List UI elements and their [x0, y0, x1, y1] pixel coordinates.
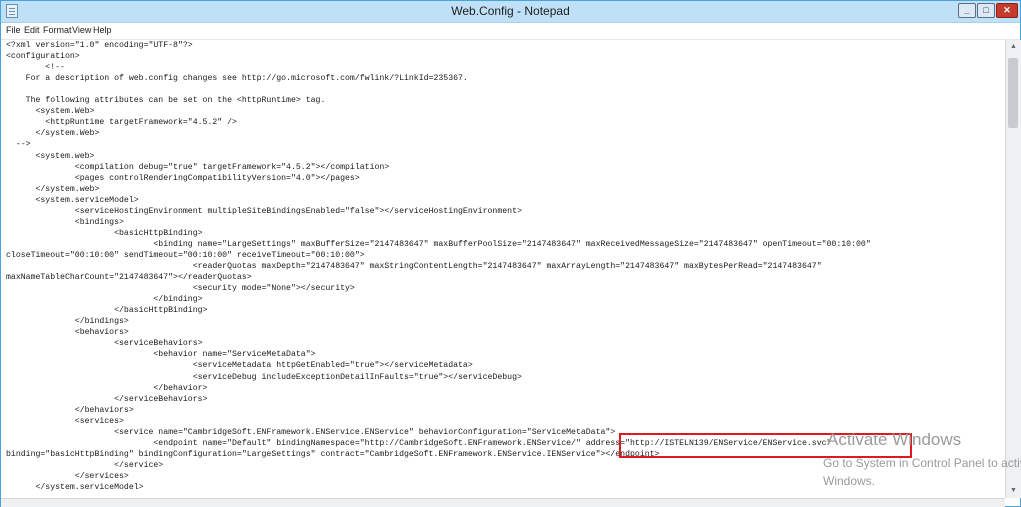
menu-file[interactable]: File — [6, 25, 21, 35]
code-line: </behavior> — [6, 383, 208, 393]
menu-edit[interactable]: Edit — [24, 25, 40, 35]
menu-format[interactable]: Format — [43, 25, 72, 35]
code-line: </system.Web> — [6, 129, 100, 139]
code-line: </bindings> — [6, 317, 129, 327]
code-line: <system.serviceModel> — [6, 195, 139, 205]
code-line: <readerQuotas maxDepth="2147483647" maxS… — [6, 262, 822, 271]
activation-watermark-text-2: Windows. — [823, 474, 876, 488]
code-line: </serviceBehaviors> — [6, 394, 208, 404]
code-line: <serviceMetadata httpGetEnabled="true"><… — [6, 361, 473, 371]
code-line: </system.serviceModel> — [6, 483, 144, 492]
code-line: <services> — [6, 416, 124, 426]
code-line: <system.Web> — [6, 107, 95, 117]
code-line: <configuration> — [6, 52, 80, 62]
code-line: </basicHttpBinding> — [6, 306, 208, 316]
code-line: <serviceDebug includeExceptionDetailInFa… — [6, 372, 522, 382]
code-line: <httpRuntime targetFramework="4.5.2" /> — [6, 118, 237, 128]
code-line: binding="basicHttpBinding" bindingConfig… — [6, 449, 660, 459]
code-line: <basicHttpBinding> — [6, 228, 203, 238]
code-line: <security mode="None"></security> — [6, 284, 355, 294]
code-line: --> — [6, 140, 31, 150]
code-line: <serviceHostingEnvironment multipleSiteB… — [6, 206, 522, 216]
menu-bar: File Edit Format View Help — [1, 23, 1020, 40]
code-line: <compilation debug="true" targetFramewor… — [6, 162, 390, 172]
scrollbar-thumb[interactable] — [1008, 58, 1018, 128]
code-line: For a description of web.config changes … — [6, 74, 468, 84]
code-line: </services> — [6, 471, 129, 481]
menu-help[interactable]: Help — [93, 25, 112, 35]
code-line: </behaviors> — [6, 405, 134, 415]
window-title: Web.Config - Notepad — [451, 4, 570, 18]
code-line: <service name="CambridgeSoft.ENFramework… — [6, 427, 616, 437]
code-line: closeTimeout="00:10:00" sendTimeout="00:… — [6, 250, 365, 260]
code-line: <behaviors> — [6, 328, 129, 338]
code-line: <bindings> — [6, 217, 124, 227]
minimize-button[interactable]: _ — [958, 3, 976, 18]
close-button[interactable]: ✕ — [996, 3, 1018, 18]
code-line: <pages controlRenderingCompatibilityVers… — [6, 173, 360, 183]
code-line: <?xml version="1.0" encoding="UTF-8"?> — [6, 41, 193, 50]
activation-watermark-title: Activate Windows — [827, 430, 962, 449]
vertical-scrollbar[interactable]: ▲ ▼ — [1005, 40, 1021, 498]
activation-watermark-text: Go to System in Control Panel to activat… — [823, 456, 1021, 470]
code-line: <serviceBehaviors> — [6, 339, 203, 349]
title-bar[interactable]: Web.Config - Notepad _ □ ✕ — [1, 1, 1020, 23]
code-line: maxNameTableCharCount="2147483647"></rea… — [6, 273, 252, 283]
code-line: </binding> — [6, 295, 203, 305]
code-line: <binding name="LargeSettings" maxBufferS… — [6, 239, 871, 249]
code-line: </service> — [6, 460, 164, 470]
code-line: <system.web> — [6, 151, 95, 161]
notepad-window: Web.Config - Notepad _ □ ✕ File Edit For… — [0, 0, 1021, 507]
code-line: <behavior name="ServiceMetaData"> — [6, 350, 316, 360]
maximize-button[interactable]: □ — [977, 3, 995, 18]
code-line: The following attributes can be set on t… — [6, 96, 326, 106]
menu-view[interactable]: View — [72, 25, 91, 35]
horizontal-scrollbar[interactable] — [1, 498, 1005, 507]
scroll-down-icon[interactable]: ▼ — [1006, 484, 1021, 498]
code-line: </system.web> — [6, 184, 100, 194]
scroll-up-icon[interactable]: ▲ — [1006, 40, 1021, 54]
code-line: <!-- — [6, 63, 65, 73]
